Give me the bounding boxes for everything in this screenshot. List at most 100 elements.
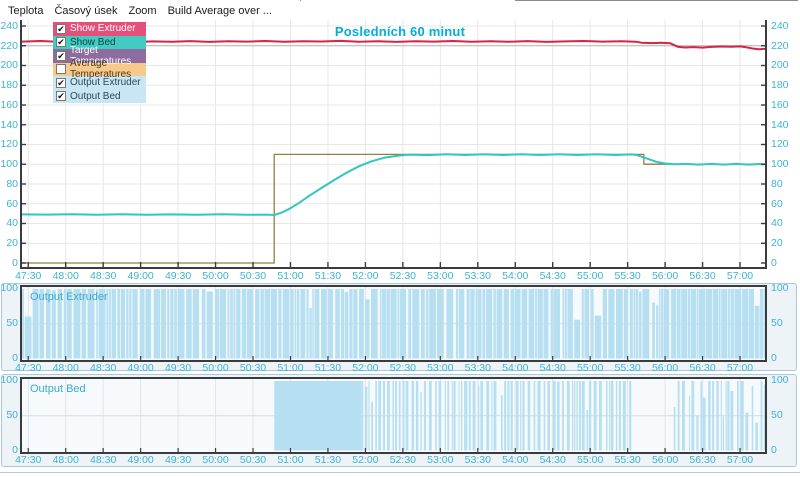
y-tick-label: 60 xyxy=(771,199,783,210)
x-tick-label: 56:30 xyxy=(689,454,715,466)
y-tick-label: 100 xyxy=(771,283,789,294)
x-tick-label: 57:00 xyxy=(727,454,753,466)
x-tick-label: 56:30 xyxy=(689,362,715,374)
x-tick-label: 50:30 xyxy=(240,270,266,282)
menu-casovy-usek[interactable]: Časový úsek xyxy=(54,5,117,17)
y-tick-label: 0 xyxy=(0,258,18,269)
x-tick-label: 51:00 xyxy=(277,454,303,466)
x-tick-label: 56:00 xyxy=(652,270,678,282)
x-tick-label: 56:00 xyxy=(652,362,678,374)
y-tick-label: 40 xyxy=(771,218,783,229)
y-tick-label: 80 xyxy=(771,179,783,190)
x-tick-label: 55:00 xyxy=(577,362,603,374)
x-tick-label: 54:00 xyxy=(502,454,528,466)
x-tick-label: 48:30 xyxy=(90,270,116,282)
x-tick-label: 49:00 xyxy=(127,362,153,374)
x-tick-label: 55:30 xyxy=(614,362,640,374)
y-tick-label: 50 xyxy=(771,410,783,421)
legend-checkbox[interactable]: ✔ xyxy=(56,24,66,34)
x-tick-label: 47:30 xyxy=(15,362,41,374)
x-tick-label: 53:30 xyxy=(465,454,491,466)
x-tick-label: 52:00 xyxy=(352,454,378,466)
y-tick-label: 120 xyxy=(0,139,18,150)
legend-label: Output Extruder xyxy=(70,77,141,88)
x-tick-label: 48:30 xyxy=(90,454,116,466)
x-tick-label: 54:00 xyxy=(502,362,528,374)
y-tick-label: 20 xyxy=(0,238,18,249)
y-tick-label: 100 xyxy=(0,375,18,386)
y-tick-label: 100 xyxy=(771,375,789,386)
x-tick-label: 49:30 xyxy=(165,270,191,282)
x-tick-label: 49:30 xyxy=(165,362,191,374)
x-tick-label: 55:30 xyxy=(614,270,640,282)
y-tick-label: 200 xyxy=(0,60,18,71)
legend-label: Output Bed xyxy=(70,91,121,102)
y-tick-label: 160 xyxy=(0,100,18,111)
menu-bar: Teplota Časový úsek Zoom Build Average o… xyxy=(0,1,800,20)
legend-checkbox[interactable]: ✔ xyxy=(56,37,66,47)
temperature-monitor-app: { "menu": { "items": [ {"label": "Teplot… xyxy=(0,0,800,477)
y-tick-label: 200 xyxy=(771,60,789,71)
y-tick-label: 220 xyxy=(771,41,789,52)
output-extruder-canvas xyxy=(22,287,765,360)
x-tick-label: 52:30 xyxy=(390,270,416,282)
x-tick-label: 53:00 xyxy=(427,270,453,282)
panel-bottom-edge xyxy=(0,472,800,473)
x-tick-label: 55:00 xyxy=(577,454,603,466)
output-extruder-plot[interactable] xyxy=(20,285,767,362)
x-tick-label: 49:00 xyxy=(127,270,153,282)
legend-row[interactable]: ✔ Output Bed xyxy=(53,90,146,104)
x-tick-label: 52:30 xyxy=(390,454,416,466)
y-tick-label: 50 xyxy=(0,410,18,421)
legend-checkbox[interactable]: ✔ xyxy=(56,78,66,88)
legend-checkbox[interactable] xyxy=(56,64,66,74)
x-tick-label: 56:00 xyxy=(652,454,678,466)
legend-checkbox[interactable]: ✔ xyxy=(56,51,66,61)
y-tick-label: 80 xyxy=(0,179,18,190)
y-tick-label: 140 xyxy=(0,120,18,131)
y-tick-label: 0 xyxy=(771,258,777,269)
menu-build-average[interactable]: Build Average over ... xyxy=(168,5,272,17)
menu-teplota[interactable]: Teplota xyxy=(8,5,43,17)
legend-label: Show Extruder xyxy=(70,23,136,34)
x-tick-label: 56:30 xyxy=(689,270,715,282)
x-tick-label: 48:00 xyxy=(53,270,79,282)
y-tick-label: 60 xyxy=(0,199,18,210)
x-tick-label: 51:30 xyxy=(315,362,341,374)
y-tick-label: 0 xyxy=(771,353,777,364)
y-tick-label: 180 xyxy=(0,80,18,91)
series-bed-target xyxy=(22,154,765,263)
x-tick-label: 52:30 xyxy=(390,362,416,374)
y-tick-label: 100 xyxy=(771,159,789,170)
x-tick-label: 50:00 xyxy=(202,362,228,374)
x-tick-label: 47:30 xyxy=(15,270,41,282)
x-tick-label: 53:00 xyxy=(427,362,453,374)
output-bed-plot[interactable] xyxy=(20,377,767,454)
x-tick-label: 52:00 xyxy=(352,270,378,282)
series-bed-temperature xyxy=(22,154,765,215)
x-tick-label: 51:30 xyxy=(315,454,341,466)
x-tick-label: 55:00 xyxy=(577,270,603,282)
y-tick-label: 240 xyxy=(0,21,18,32)
y-tick-label: 50 xyxy=(771,318,783,329)
y-tick-label: 0 xyxy=(771,445,777,456)
legend-row[interactable]: ✔ Show Extruder xyxy=(53,22,146,36)
legend-row[interactable]: ✔ Output Extruder xyxy=(53,76,146,90)
x-tick-label: 53:00 xyxy=(427,454,453,466)
x-tick-label: 54:30 xyxy=(540,270,566,282)
x-tick-label: 50:30 xyxy=(240,362,266,374)
x-tick-label: 51:00 xyxy=(277,362,303,374)
legend-row[interactable]: Average Temperatures xyxy=(53,63,146,77)
y-tick-label: 240 xyxy=(771,21,789,32)
x-tick-label: 48:00 xyxy=(53,362,79,374)
x-tick-label: 49:00 xyxy=(127,454,153,466)
x-tick-label: 49:30 xyxy=(165,454,191,466)
y-tick-label: 20 xyxy=(771,238,783,249)
x-tick-label: 51:30 xyxy=(315,270,341,282)
legend-checkbox[interactable]: ✔ xyxy=(56,91,66,101)
menu-zoom[interactable]: Zoom xyxy=(128,5,156,17)
x-tick-label: 54:30 xyxy=(540,362,566,374)
x-tick-label: 48:00 xyxy=(53,454,79,466)
y-tick-label: 40 xyxy=(0,218,18,229)
x-tick-label: 50:30 xyxy=(240,454,266,466)
